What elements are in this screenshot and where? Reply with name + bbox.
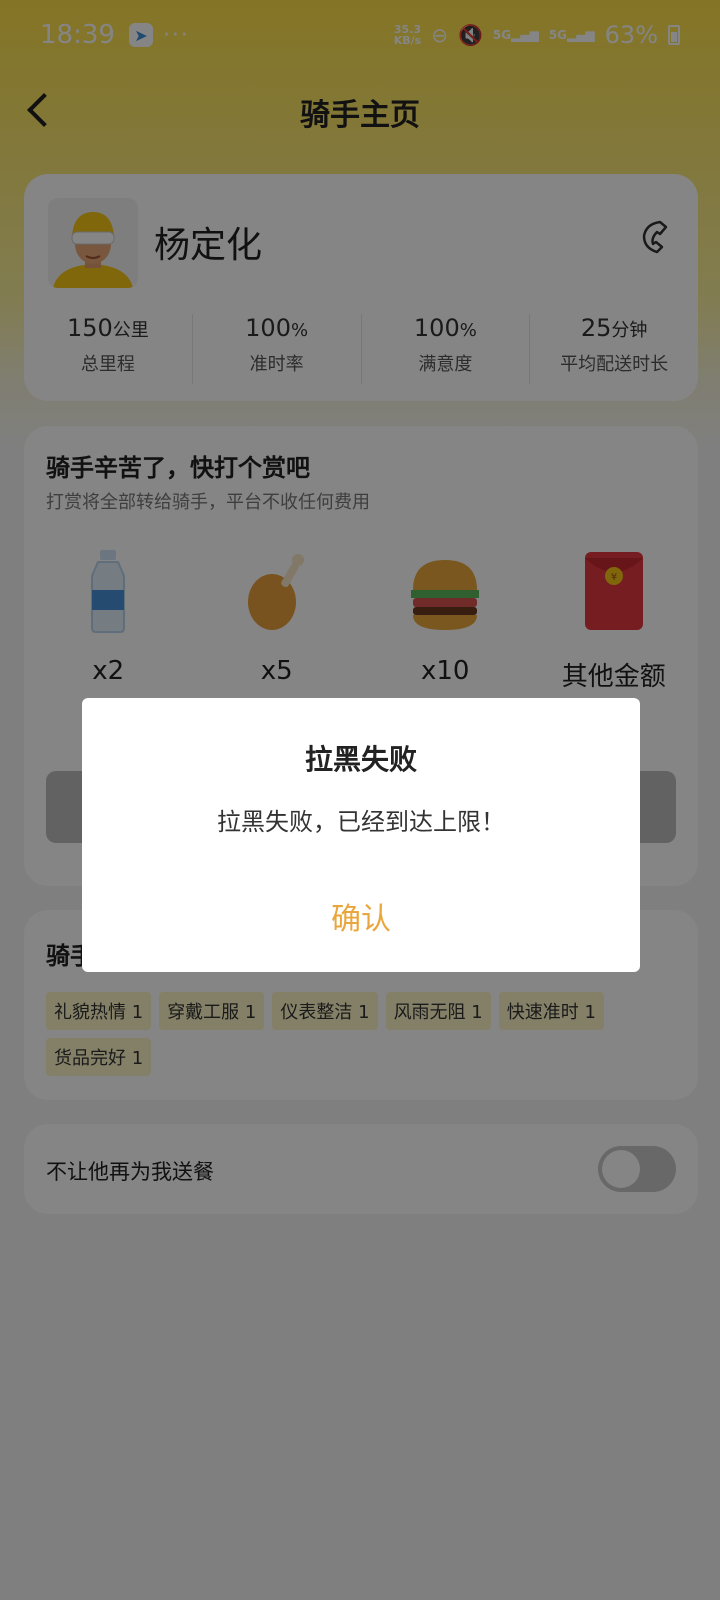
dialog-title: 拉黑失败 <box>304 743 417 776</box>
dialog-message: 拉黑失败，已经到达上限！ <box>217 808 505 836</box>
confirm-button[interactable]: 确认 <box>82 880 640 960</box>
alert-dialog: 拉黑失败 拉黑失败，已经到达上限！ 确认 <box>82 698 640 972</box>
